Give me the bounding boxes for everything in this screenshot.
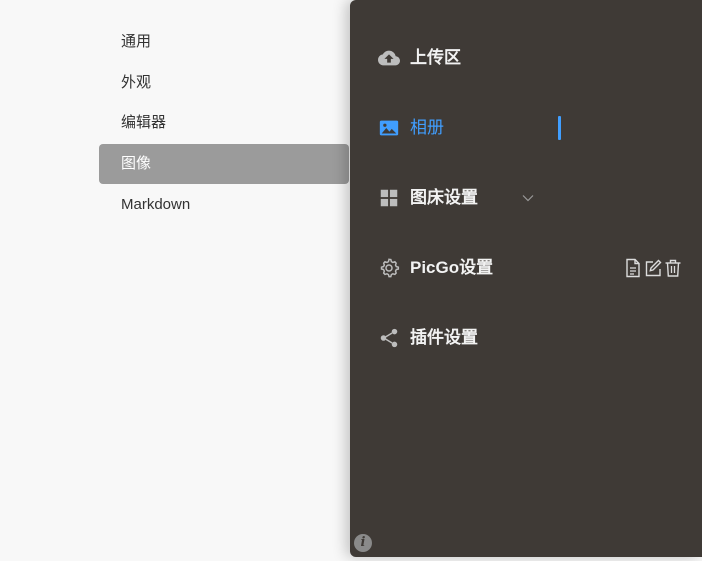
settings-nav-item-appearance[interactable]: 外观: [99, 63, 349, 103]
sidebar-item-label: 上传区: [410, 48, 461, 67]
sidebar-item-label: PicGo设置: [410, 258, 494, 277]
edit-icon[interactable]: [644, 258, 662, 278]
sidebar-item-upload[interactable]: 上传区: [350, 38, 702, 78]
share-icon: [378, 327, 400, 349]
settings-nav-item-image[interactable]: 图像: [99, 144, 349, 184]
picgo-sidebar: 上传区 相册 图床设置 PicGo设置 插件设置 i: [350, 0, 702, 557]
sidebar-item-image-host-settings[interactable]: 图床设置: [350, 178, 702, 218]
settings-nav-item-editor[interactable]: 编辑器: [99, 103, 349, 143]
settings-nav-item-markdown[interactable]: Markdown: [99, 185, 349, 225]
image-icon: [378, 117, 400, 139]
chevron-down-icon[interactable]: [521, 191, 535, 205]
settings-nav: 通用 外观 编辑器 图像 Markdown: [0, 0, 350, 561]
active-indicator: [558, 116, 561, 140]
sidebar-item-label: 插件设置: [410, 328, 478, 347]
sidebar-item-label: 图床设置: [410, 188, 478, 207]
sidebar-item-plugin-settings[interactable]: 插件设置: [350, 318, 702, 358]
gear-icon: [378, 257, 400, 279]
sidebar-item-picgo-settings[interactable]: PicGo设置: [350, 248, 702, 288]
cloud-upload-icon: [378, 47, 400, 69]
info-icon[interactable]: i: [354, 534, 372, 552]
document-icon[interactable]: [624, 258, 642, 278]
grid-icon: [378, 187, 400, 209]
sidebar-item-label: 相册: [410, 118, 444, 137]
trash-icon[interactable]: [664, 258, 682, 278]
sidebar-item-gallery[interactable]: 相册: [350, 108, 702, 148]
settings-nav-item-general[interactable]: 通用: [99, 22, 349, 62]
